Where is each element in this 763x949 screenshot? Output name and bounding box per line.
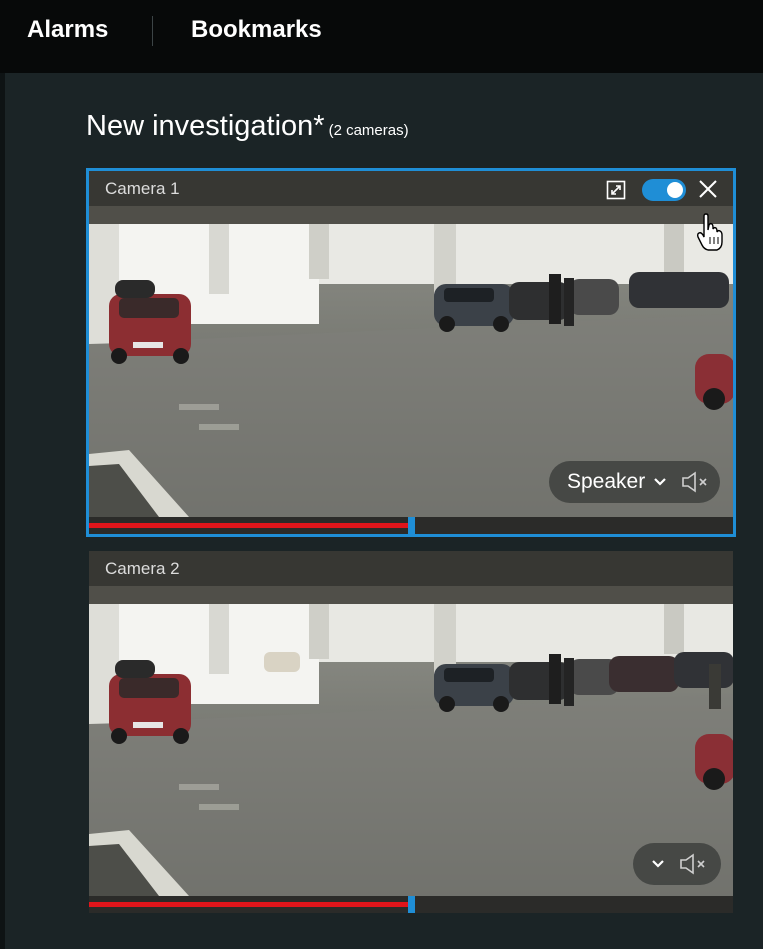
live-toggle-switch[interactable] xyxy=(642,179,686,201)
tab-bookmarks[interactable]: Bookmarks xyxy=(191,16,322,44)
camera-tile-1[interactable]: Camera 1 Speaker xyxy=(89,171,733,534)
camera-tile-2[interactable]: Camera 2 xyxy=(89,551,733,913)
page-title: New investigation* (2 cameras) xyxy=(86,110,409,143)
expand-icon[interactable] xyxy=(606,180,626,200)
timeline-recorded-bar xyxy=(89,902,408,907)
audio-control: Speaker xyxy=(549,461,720,503)
camera-1-header xyxy=(89,171,733,206)
audio-control xyxy=(633,843,721,885)
camera-count: (2 cameras) xyxy=(328,122,409,139)
left-edge-strip xyxy=(0,73,5,949)
top-navigation-bar: Alarms Bookmarks xyxy=(0,0,763,73)
speaker-muted-icon[interactable] xyxy=(679,853,709,875)
audio-output-select[interactable]: Speaker xyxy=(567,470,645,494)
camera-1-timeline[interactable] xyxy=(89,517,733,534)
hand-cursor-icon xyxy=(696,213,723,251)
camera-2-ceiling-band xyxy=(89,586,733,604)
camera-1-label: Camera 1 xyxy=(105,179,180,198)
close-icon[interactable] xyxy=(698,179,718,199)
timeline-playhead[interactable] xyxy=(408,517,415,534)
camera-2-label: Camera 2 xyxy=(105,559,180,578)
timeline-playhead[interactable] xyxy=(408,896,415,913)
chevron-down-icon[interactable] xyxy=(651,859,665,869)
speaker-muted-icon[interactable] xyxy=(681,471,711,493)
timeline-recorded-bar xyxy=(89,523,408,528)
investigation-title: New investigation* xyxy=(86,110,325,142)
chevron-down-icon[interactable] xyxy=(653,477,667,487)
camera-1-ceiling-band xyxy=(89,206,733,224)
tab-divider xyxy=(152,16,153,46)
camera-2-header xyxy=(89,551,733,586)
tab-alarms[interactable]: Alarms xyxy=(27,16,108,44)
camera-2-timeline[interactable] xyxy=(89,896,733,913)
